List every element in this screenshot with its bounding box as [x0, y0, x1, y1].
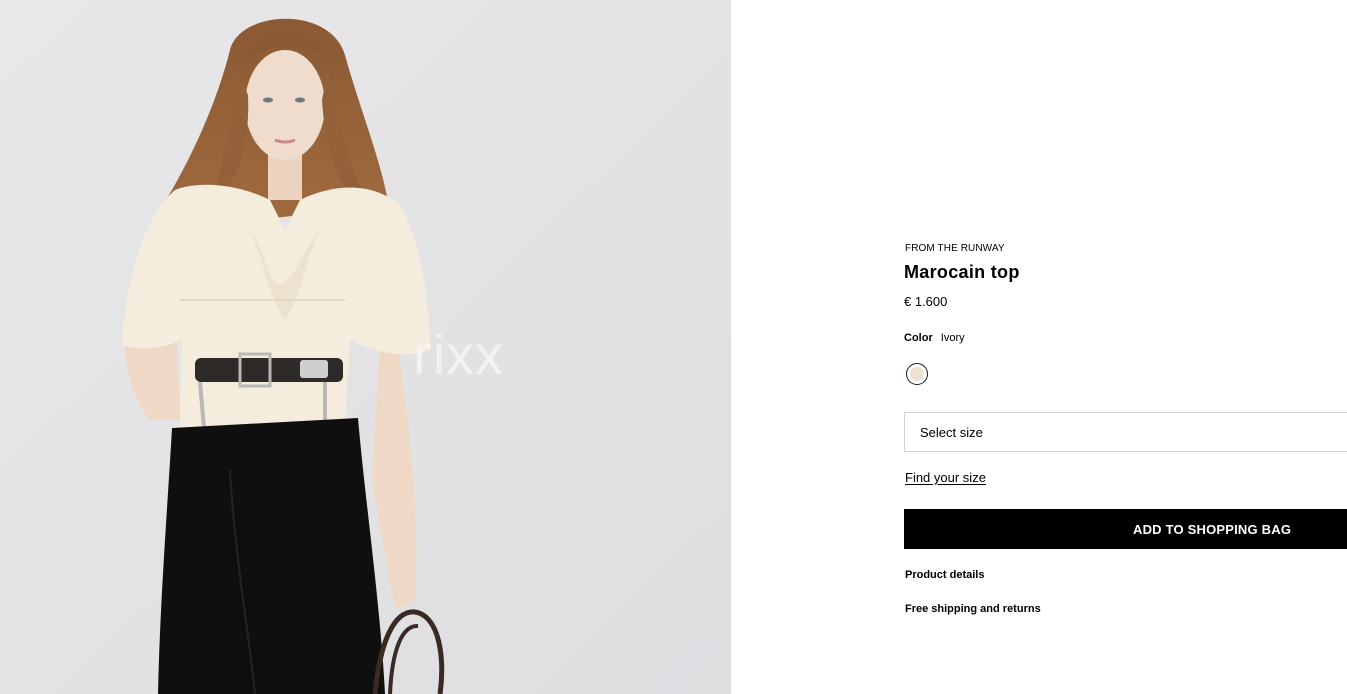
product-image[interactable]: rixx: [0, 0, 731, 694]
size-select-placeholder: Select size: [920, 424, 983, 440]
shipping-returns-toggle[interactable]: Free shipping and returns: [905, 603, 1041, 615]
product-details-toggle[interactable]: Product details: [905, 569, 984, 581]
model-photo: [0, 0, 731, 694]
product-title: Marocain top: [904, 262, 1020, 282]
color-value: Ivory: [940, 332, 965, 344]
swatch-fill: [910, 367, 924, 381]
color-row: Color Ivory: [904, 332, 965, 344]
add-to-bag-button[interactable]: ADD TO SHOPPING BAG: [904, 509, 1347, 549]
size-select[interactable]: Select size: [904, 412, 1347, 452]
product-info-panel: FROM THE RUNWAY Marocain top € 1.600 Col…: [904, 0, 1347, 694]
collection-label: FROM THE RUNWAY: [905, 243, 1005, 254]
color-label: Color: [904, 332, 933, 344]
find-your-size-link[interactable]: Find your size: [905, 470, 986, 485]
product-page: rixx FROM THE RUNWAY Marocain top € 1.60…: [0, 0, 1347, 694]
color-swatch-ivory[interactable]: [906, 363, 928, 385]
watermark-text: rixx: [413, 323, 505, 386]
product-price: € 1.600: [904, 294, 948, 309]
